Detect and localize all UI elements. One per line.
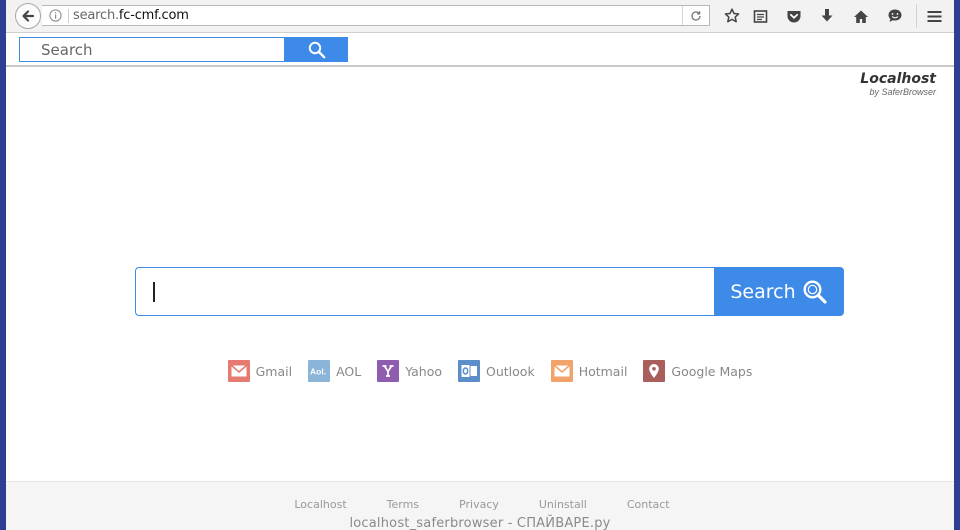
aol-icon: Aol. xyxy=(308,360,331,382)
main-search-box: Search xyxy=(135,267,844,316)
pocket-button[interactable] xyxy=(784,6,804,26)
toolbar-search-placeholder: Search xyxy=(41,41,93,59)
brand-subtitle: by SaferBrowser xyxy=(869,87,936,97)
reading-list-button[interactable] xyxy=(750,6,770,26)
star-icon xyxy=(724,8,740,23)
footer-links: Localhost Terms Privacy Uninstall Contac… xyxy=(6,498,954,511)
chat-icon xyxy=(888,9,902,22)
search-icon xyxy=(803,279,827,304)
quick-link-yahoo[interactable]: Yahoo xyxy=(377,360,442,382)
main-search-button[interactable]: Search xyxy=(714,267,844,316)
quick-link-label: Gmail xyxy=(255,363,293,379)
footer-link-localhost[interactable]: Localhost xyxy=(294,498,346,511)
quick-link-hotmail[interactable]: Hotmail xyxy=(550,360,628,382)
browser-window: search.fc-cmf.com Search Localhost by Sa… xyxy=(6,0,954,530)
home-icon xyxy=(854,10,868,23)
watermark-text: localhost_saferbrowser - СПАЙВАРЕ.ру xyxy=(349,516,611,530)
footer-link-contact[interactable]: Contact xyxy=(627,498,670,511)
reading-list-icon xyxy=(753,9,767,23)
toolbar-search-button[interactable] xyxy=(285,37,348,62)
brand-name: Localhost xyxy=(860,71,936,87)
quick-link-label: Yahoo xyxy=(405,363,443,379)
gmail-icon xyxy=(227,360,250,382)
url-domain: fc-cmf.com xyxy=(118,8,189,23)
search-toolbar: Search xyxy=(6,33,954,67)
reload-button[interactable] xyxy=(682,6,709,25)
navigation-bar: search.fc-cmf.com xyxy=(6,0,954,33)
menu-icon xyxy=(927,10,941,22)
hotmail-icon xyxy=(550,360,573,382)
quick-link-label: Google Maps xyxy=(671,363,753,379)
quick-link-outlook[interactable]: Outlook xyxy=(458,360,535,382)
quick-link-label: Hotmail xyxy=(578,363,628,379)
toolbar-search-input[interactable]: Search xyxy=(19,37,285,62)
url-separator xyxy=(68,9,69,23)
footer-link-uninstall[interactable]: Uninstall xyxy=(539,498,587,511)
main-search-button-label: Search xyxy=(730,280,796,303)
footer: Localhost Terms Privacy Uninstall Contac… xyxy=(6,481,954,530)
pocket-icon xyxy=(787,10,801,22)
yahoo-icon xyxy=(377,360,400,382)
home-button[interactable] xyxy=(851,6,871,26)
menu-button[interactable] xyxy=(924,6,944,26)
quick-link-google-maps[interactable]: Google Maps xyxy=(643,360,752,382)
download-button[interactable] xyxy=(817,6,837,26)
main-search-input[interactable] xyxy=(135,267,715,316)
google-maps-icon xyxy=(643,360,666,382)
quick-link-label: Outlook xyxy=(486,363,535,379)
back-arrow-icon xyxy=(22,10,35,22)
quick-link-aol[interactable]: Aol. AOL xyxy=(308,360,361,382)
footer-link-privacy[interactable]: Privacy xyxy=(459,498,499,511)
footer-link-terms[interactable]: Terms xyxy=(387,498,419,511)
toolbar-separator xyxy=(916,4,917,28)
quick-link-label: AOL xyxy=(336,363,362,379)
quick-links: Gmail Aol. AOL Yahoo Outlook Hotmail Goo… xyxy=(6,360,954,382)
url-bar[interactable]: search.fc-cmf.com xyxy=(42,5,710,26)
url-text[interactable]: search.fc-cmf.com xyxy=(73,8,189,23)
search-icon xyxy=(308,41,325,58)
reload-icon xyxy=(691,10,701,21)
quick-link-gmail[interactable]: Gmail xyxy=(227,360,293,382)
back-button[interactable] xyxy=(15,3,41,29)
bookmark-star-button[interactable] xyxy=(722,6,742,26)
url-prefix: search. xyxy=(73,8,119,23)
outlook-icon xyxy=(458,360,481,382)
svg-text:Aol.: Aol. xyxy=(310,367,326,377)
brand-logo: Localhost by SaferBrowser xyxy=(860,71,936,98)
text-caret xyxy=(153,282,155,302)
chat-button[interactable] xyxy=(885,6,905,26)
download-icon xyxy=(821,9,833,22)
info-icon[interactable] xyxy=(49,9,62,22)
